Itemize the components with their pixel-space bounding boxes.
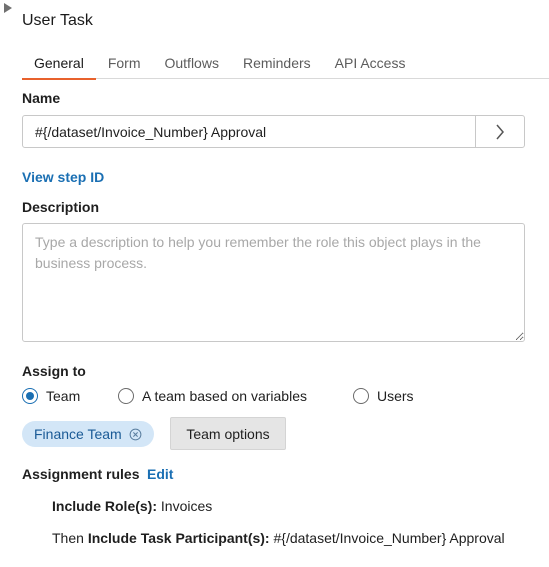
collapse-triangle-icon[interactable] (4, 3, 12, 13)
radio-users-label: Users (377, 388, 414, 404)
radio-team-variables-label: A team based on variables (142, 388, 307, 404)
tab-form[interactable]: Form (96, 52, 153, 79)
radio-unchecked-icon (118, 388, 134, 404)
name-label: Name (22, 90, 61, 106)
assignment-rule-2: Then Include Task Participant(s): #{/dat… (52, 530, 505, 546)
assignment-rules-edit-link[interactable]: Edit (147, 466, 173, 482)
expression-editor-button[interactable] (475, 116, 524, 147)
description-textarea[interactable] (22, 223, 525, 342)
radio-team[interactable]: Team (22, 388, 118, 404)
tab-api-access[interactable]: API Access (323, 52, 418, 79)
assign-to-label: Assign to (22, 363, 86, 379)
selected-team-label: Finance Team (34, 426, 122, 442)
rule-2-key: Include Task Participant(s): (87, 530, 270, 546)
name-input[interactable] (23, 116, 475, 147)
name-field (22, 115, 525, 148)
radio-unchecked-icon (353, 388, 369, 404)
panel-title: User Task (22, 12, 93, 29)
user-task-panel: User Task General Form Outflows Reminder… (0, 0, 549, 567)
assignment-rules-label: Assignment rules (22, 466, 140, 482)
rule-1-value: Invoices (157, 498, 213, 514)
radio-team-label: Team (46, 388, 81, 404)
remove-circle-x-icon[interactable] (129, 428, 142, 441)
selected-team-chip: Finance Team (22, 421, 154, 447)
rule-2-prefix: Then (52, 530, 88, 546)
radio-team-variables[interactable]: A team based on variables (118, 388, 353, 404)
radio-checked-icon (22, 388, 38, 404)
tab-reminders[interactable]: Reminders (231, 52, 323, 79)
team-options-button[interactable]: Team options (170, 417, 286, 450)
tab-bar: General Form Outflows Reminders API Acce… (22, 52, 549, 80)
rule-1-key: Include Role(s): (52, 498, 158, 514)
rule-2-value: #{/dataset/Invoice_Number} Approval (269, 530, 505, 546)
assign-to-radio-group: Team A team based on variables Users (22, 388, 414, 404)
description-label: Description (22, 199, 100, 215)
view-step-id-link[interactable]: View step ID (22, 169, 104, 185)
assignment-rule-1: Include Role(s): Invoices (52, 498, 212, 514)
radio-users[interactable]: Users (353, 388, 414, 404)
tab-general[interactable]: General (22, 52, 96, 80)
tab-outflows[interactable]: Outflows (152, 52, 230, 79)
chevron-right-icon (496, 124, 504, 139)
